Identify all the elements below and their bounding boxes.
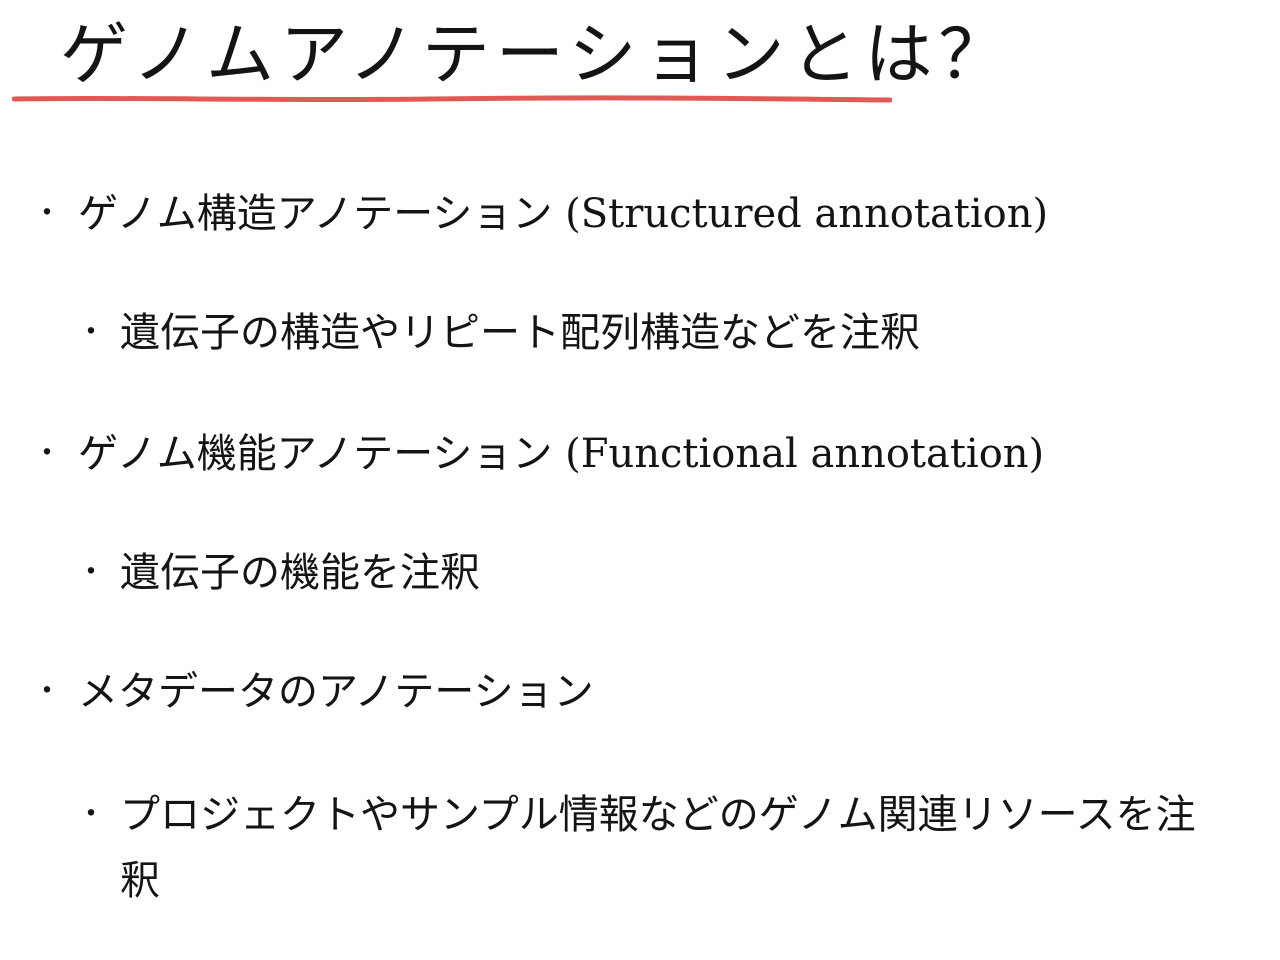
sub-bullet-item-metadata-detail: ・ プロジェクトやサンプル情報などのゲノム関連リソースを注釈 [76,782,1230,914]
bullet-text: ゲノム構造アノテーション (Structured annotation) [78,191,1049,237]
bullet-text: 遺伝子の機能を注釈 [120,550,480,596]
bullet-text: ゲノム機能アノテーション (Functional annotation) [78,431,1045,477]
bullet-text: 遺伝子の構造やリピート配列構造などを注釈 [120,310,920,356]
bullet-item-functional: ・ ゲノム機能アノテーション (Functional annotation) [32,426,1045,482]
bullet-text: プロジェクトやサンプル情報などのゲノム関連リソースを注釈 [120,792,1196,904]
bullet-list: ・ ゲノム構造アノテーション (Structured annotation) ・… [0,0,1280,960]
bullet-item-structural: ・ ゲノム構造アノテーション (Structured annotation) [32,186,1049,242]
sub-bullet-item-structural-detail: ・ 遺伝子の構造やリピート配列構造などを注釈 [76,305,920,361]
sub-bullet-item-functional-detail: ・ 遺伝子の機能を注釈 [76,545,480,601]
bullet-marker: ・ [76,797,106,832]
bullet-marker: ・ [32,674,62,709]
bullet-marker: ・ [76,315,106,350]
bullet-item-metadata: ・ メタデータのアノテーション [32,664,594,720]
bullet-marker: ・ [76,555,106,590]
bullet-marker: ・ [32,436,62,471]
bullet-text: メタデータのアノテーション [78,669,594,715]
slide: ゲノムアノテーションとは？ ・ ゲノム構造アノテーション (Structured… [0,0,1280,960]
bullet-marker: ・ [32,196,62,231]
